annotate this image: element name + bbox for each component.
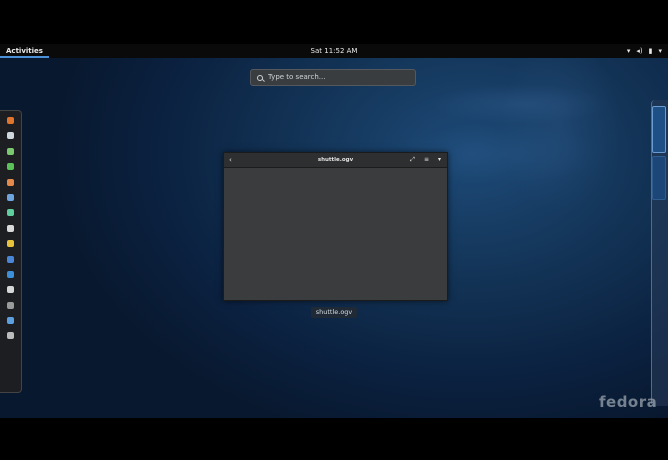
workspace-thumbnail-2[interactable] <box>652 156 666 200</box>
vscode-icon[interactable] <box>7 270 14 278</box>
battery-icon[interactable]: ▮ <box>649 44 653 58</box>
search-input[interactable]: Type to search... <box>250 69 416 86</box>
window-caption[interactable]: shuttle.ogv <box>311 307 357 318</box>
fullscreen-icon: ⤢ <box>410 156 415 163</box>
system-tray[interactable]: ▾ ◂) ▮ ▾ <box>627 44 662 58</box>
window-controls: ⤢ ≡ ▾ <box>410 153 441 167</box>
spreadsheet-icon[interactable] <box>7 163 14 171</box>
search-placeholder: Type to search... <box>268 73 326 81</box>
desktop-overview: Activities Sat 11:52 AM ▾ ◂) ▮ ▾ Type to… <box>0 44 668 418</box>
letterbox-top <box>0 0 668 44</box>
messaging-icon[interactable] <box>7 147 14 155</box>
wifi-icon[interactable]: ▾ <box>627 44 631 58</box>
dash <box>0 110 22 393</box>
search-icon <box>257 74 263 81</box>
letterbox-bottom <box>0 418 668 460</box>
firefox-icon[interactable] <box>7 117 14 124</box>
fedora-logo: fedora <box>599 393 658 411</box>
download-icon[interactable] <box>7 255 14 263</box>
notes-icon[interactable] <box>7 286 14 294</box>
browser-icon[interactable] <box>7 209 14 217</box>
drawing-icon[interactable] <box>7 240 14 248</box>
show-apps-icon[interactable] <box>7 332 14 340</box>
document-icon[interactable] <box>7 193 14 201</box>
presentation-icon[interactable] <box>7 178 14 186</box>
chevron-down-icon[interactable]: ▾ <box>658 44 662 58</box>
top-bar: Activities Sat 11:52 AM ▾ ◂) ▮ ▾ <box>0 44 668 58</box>
chat-icon[interactable] <box>7 132 14 140</box>
calculator-icon[interactable] <box>7 224 14 232</box>
clock[interactable]: Sat 11:52 AM <box>0 44 668 58</box>
volume-icon[interactable]: ◂) <box>636 44 642 58</box>
window-thumbnail[interactable]: ‹ shuttle.ogv ⤢ ≡ ▾ <box>223 152 448 301</box>
window-header: ‹ shuttle.ogv ⤢ ≡ ▾ <box>224 153 447 168</box>
menu-icon: ≡ <box>423 156 429 163</box>
chevron-down-icon: ▾ <box>437 156 441 163</box>
workspace-thumbnail-1[interactable] <box>652 106 666 153</box>
terminal-icon[interactable] <box>7 301 14 309</box>
tools-icon[interactable] <box>7 317 14 325</box>
